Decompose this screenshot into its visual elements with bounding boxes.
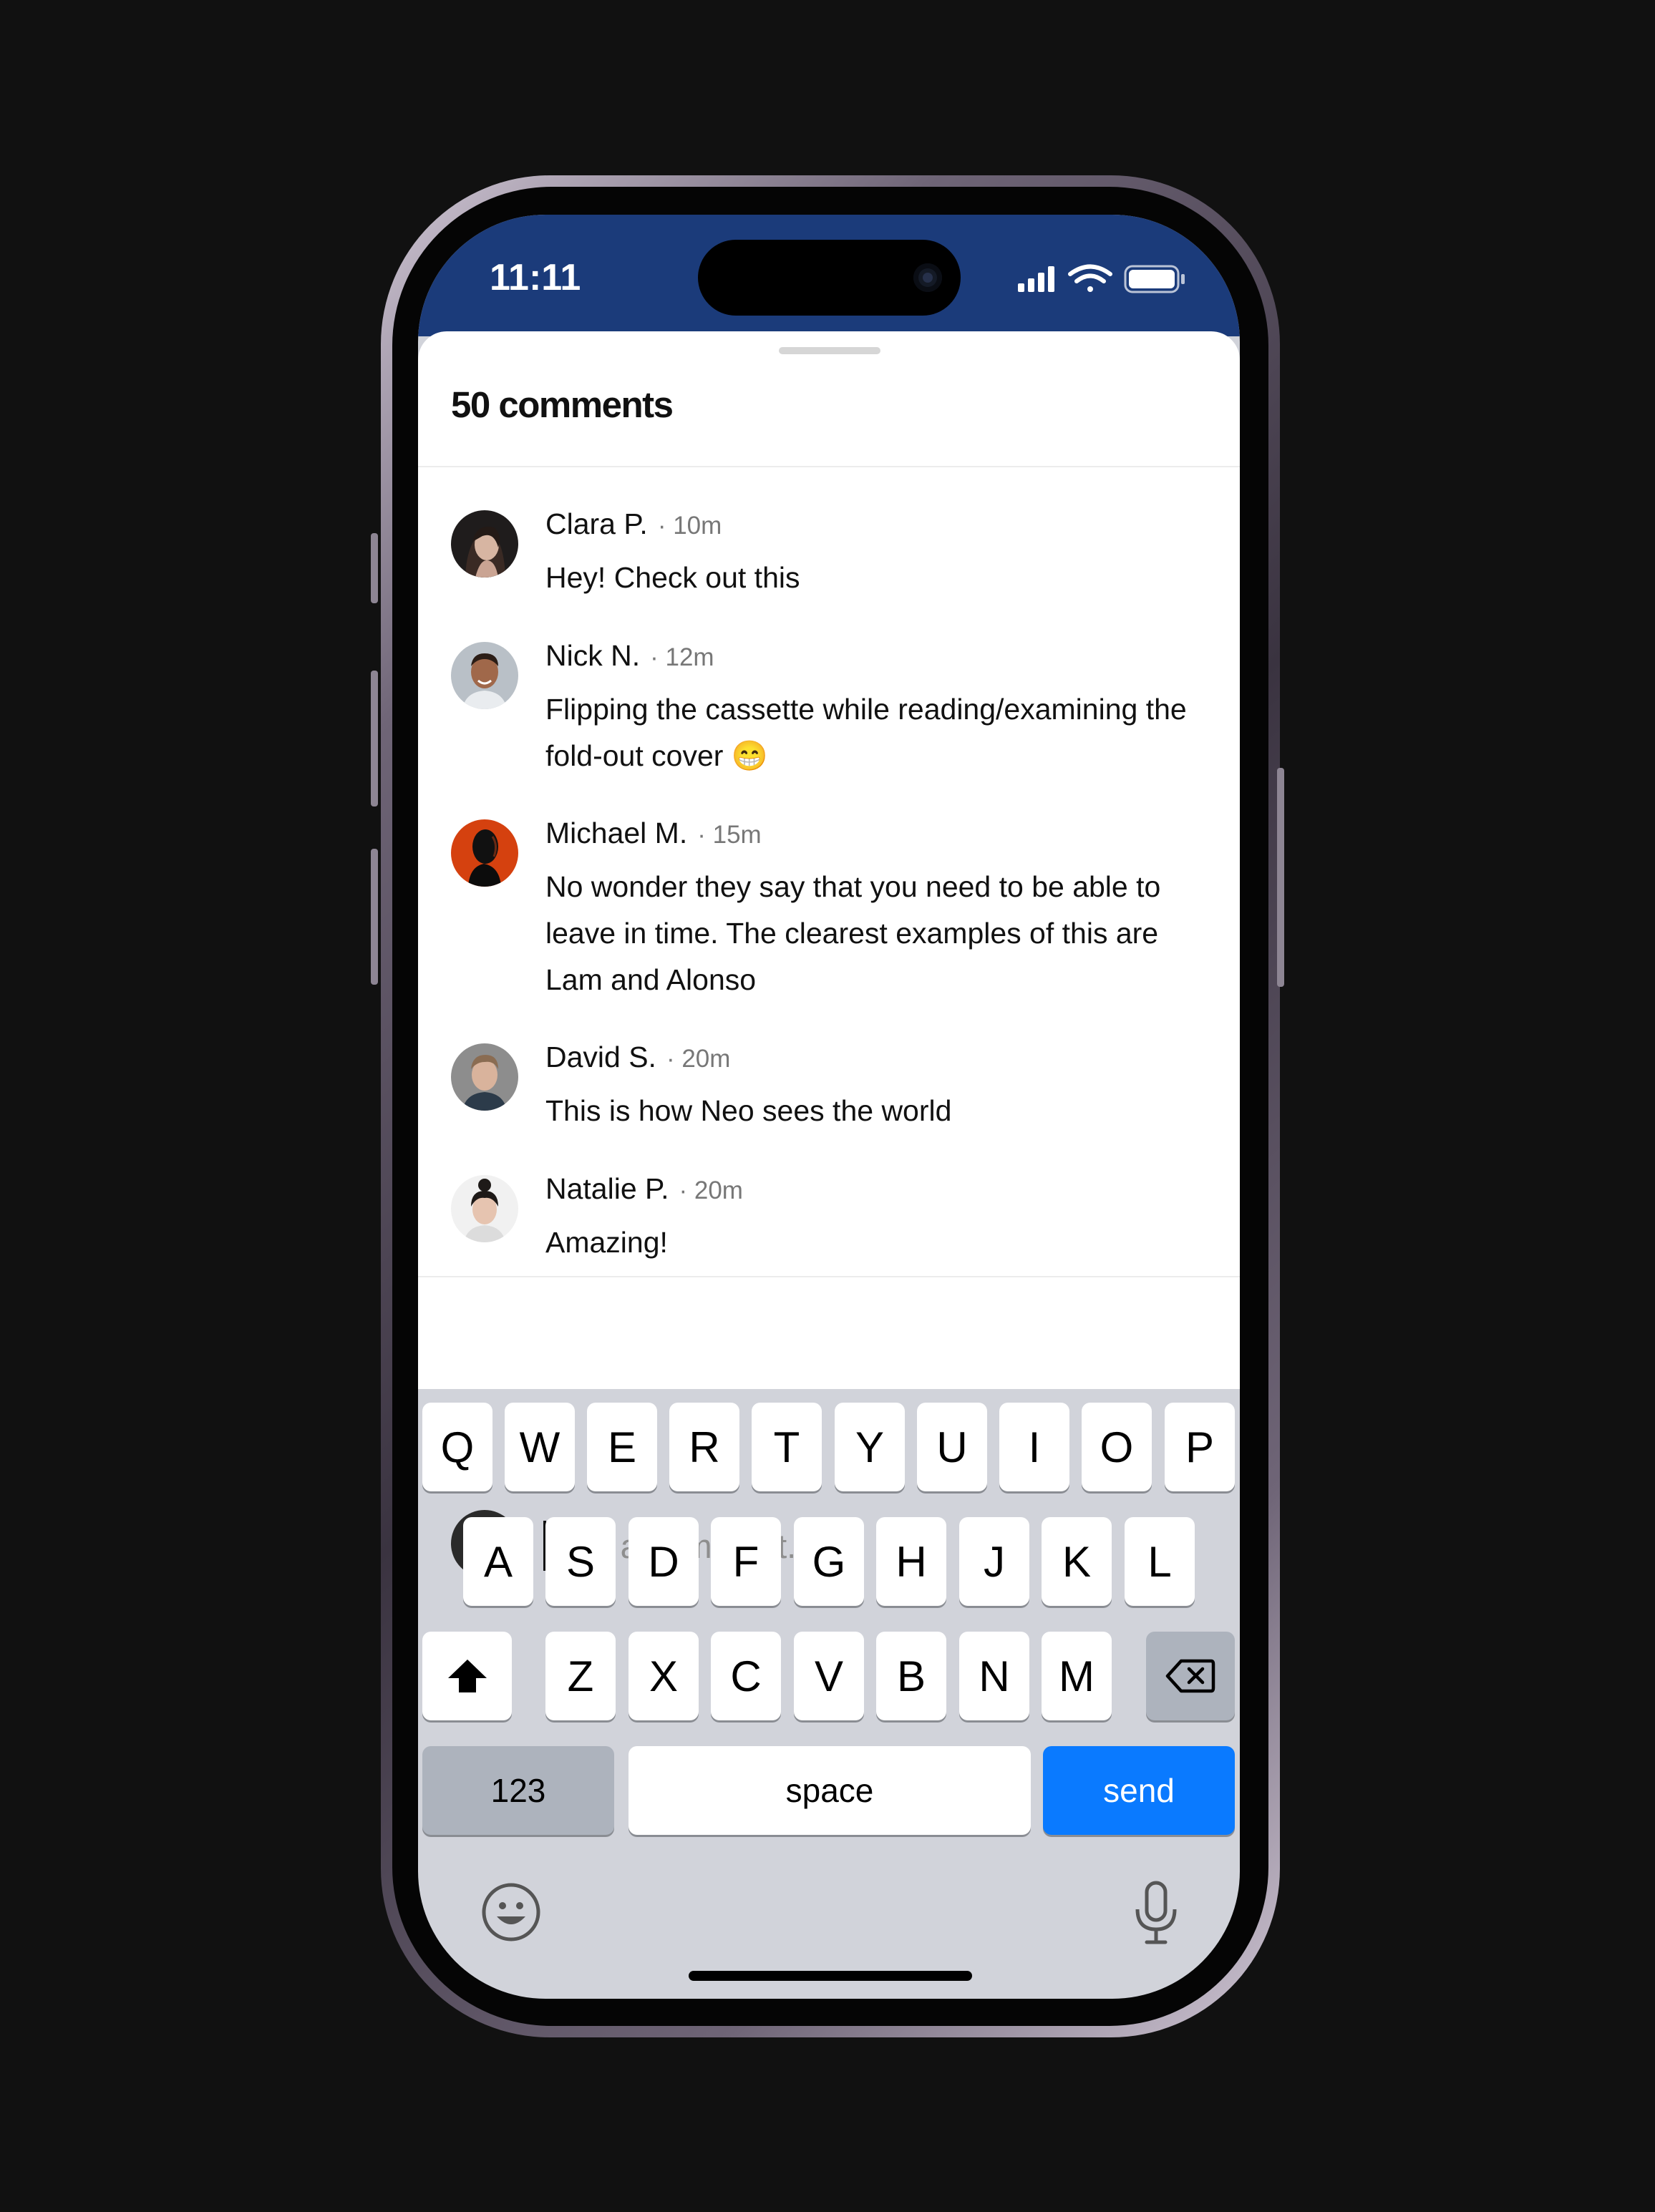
power-button (1277, 768, 1284, 987)
key-d[interactable]: D (628, 1517, 699, 1606)
key-g[interactable]: G (794, 1517, 864, 1606)
shift-icon (447, 1660, 487, 1692)
comment-author[interactable]: Natalie P. (545, 1172, 669, 1205)
avatar[interactable] (451, 1043, 518, 1111)
key-a[interactable]: A (463, 1517, 533, 1606)
shift-key[interactable] (422, 1632, 512, 1720)
key-q[interactable]: Q (422, 1403, 492, 1491)
key-u[interactable]: U (917, 1403, 987, 1491)
volume-up-button (371, 671, 378, 807)
send-button[interactable]: send (1043, 1746, 1235, 1835)
comment-time: · 20m (679, 1176, 743, 1204)
sheet-grabber[interactable] (779, 347, 880, 354)
emoji-icon[interactable] (481, 1882, 541, 1942)
key-r[interactable]: R (669, 1403, 739, 1491)
key-v[interactable]: V (794, 1632, 864, 1720)
key-n[interactable]: N (959, 1632, 1029, 1720)
composer-divider (418, 1276, 1240, 1277)
dynamic-island (698, 240, 961, 316)
comment-time: · 12m (650, 643, 714, 671)
key-j[interactable]: J (959, 1517, 1029, 1606)
comments-count-title: 50 comments (451, 384, 674, 425)
status-icons (1018, 264, 1185, 293)
status-time: 11:11 (490, 257, 581, 298)
key-x[interactable]: X (628, 1632, 699, 1720)
comment-text: This is how Neo sees the world (545, 1094, 952, 1127)
space-key[interactable]: space (628, 1746, 1031, 1835)
key-c[interactable]: C (711, 1632, 781, 1720)
backspace-key[interactable] (1146, 1632, 1235, 1720)
key-l[interactable]: L (1125, 1517, 1195, 1606)
numbers-key[interactable]: 123 (422, 1746, 614, 1835)
comment-author[interactable]: Nick N. (545, 639, 640, 672)
backspace-icon (1165, 1659, 1215, 1693)
home-indicator[interactable] (689, 1971, 972, 1981)
signal-icon (1018, 266, 1054, 292)
comments-sheet: 50 comments Clara P. · 10m Hey! Check out… (418, 331, 1240, 1389)
key-k[interactable]: K (1042, 1517, 1112, 1606)
comment-time: · 10m (657, 512, 722, 540)
comment-author[interactable]: David S. (545, 1041, 656, 1073)
microphone-icon[interactable] (1131, 1881, 1181, 1945)
key-e[interactable]: E (587, 1403, 657, 1491)
key-t[interactable]: T (752, 1403, 822, 1491)
comment-author[interactable]: Clara P. (545, 507, 648, 540)
key-b[interactable]: B (876, 1632, 946, 1720)
comment-time: · 20m (666, 1045, 731, 1073)
key-m[interactable]: M (1042, 1632, 1112, 1720)
avatar[interactable] (451, 819, 518, 887)
comment-text: Flipping the cassette while reading/exam… (545, 693, 1187, 772)
screen: 11:11 50 comments Clara P. · 10m Hey! Ch… (418, 215, 1240, 1999)
wifi-icon (1068, 264, 1112, 292)
key-w[interactable]: W (505, 1403, 575, 1491)
battery-icon (1124, 265, 1185, 293)
key-h[interactable]: H (876, 1517, 946, 1606)
comment-time: · 15m (697, 821, 762, 849)
avatar[interactable] (451, 642, 518, 709)
avatar[interactable] (451, 1175, 518, 1242)
comment-author[interactable]: Michael M. (545, 817, 687, 849)
avatar[interactable] (451, 510, 518, 578)
key-o[interactable]: O (1082, 1403, 1152, 1491)
key-z[interactable]: Z (545, 1632, 616, 1720)
volume-down-button (371, 849, 378, 985)
comment-text: Amazing! (545, 1226, 668, 1259)
key-s[interactable]: S (545, 1517, 616, 1606)
header-divider (418, 466, 1240, 467)
key-y[interactable]: Y (835, 1403, 905, 1491)
comment-text: Hey! Check out this (545, 561, 800, 594)
key-p[interactable]: P (1165, 1403, 1235, 1491)
camera-icon (913, 263, 942, 292)
key-f[interactable]: F (711, 1517, 781, 1606)
key-i[interactable]: I (999, 1403, 1069, 1491)
action-button (371, 533, 378, 603)
comment-text: No wonder they say that you need to be a… (545, 870, 1161, 996)
status-bar: 11:11 (418, 215, 1240, 336)
